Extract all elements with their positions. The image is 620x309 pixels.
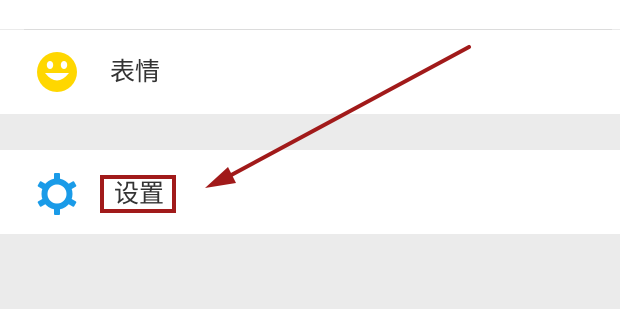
- gear-icon: [37, 173, 77, 215]
- menu-item-emoji[interactable]: 表情: [0, 30, 620, 114]
- menu-item-partial[interactable]: [0, 0, 620, 29]
- menu-item-label-settings: 设置: [100, 175, 177, 213]
- menu-item-settings[interactable]: 设置: [0, 150, 620, 234]
- smiley-face-icon: [37, 52, 77, 92]
- partial-icon: [38, 0, 74, 4]
- menu-item-label-emoji: 表情: [110, 57, 161, 86]
